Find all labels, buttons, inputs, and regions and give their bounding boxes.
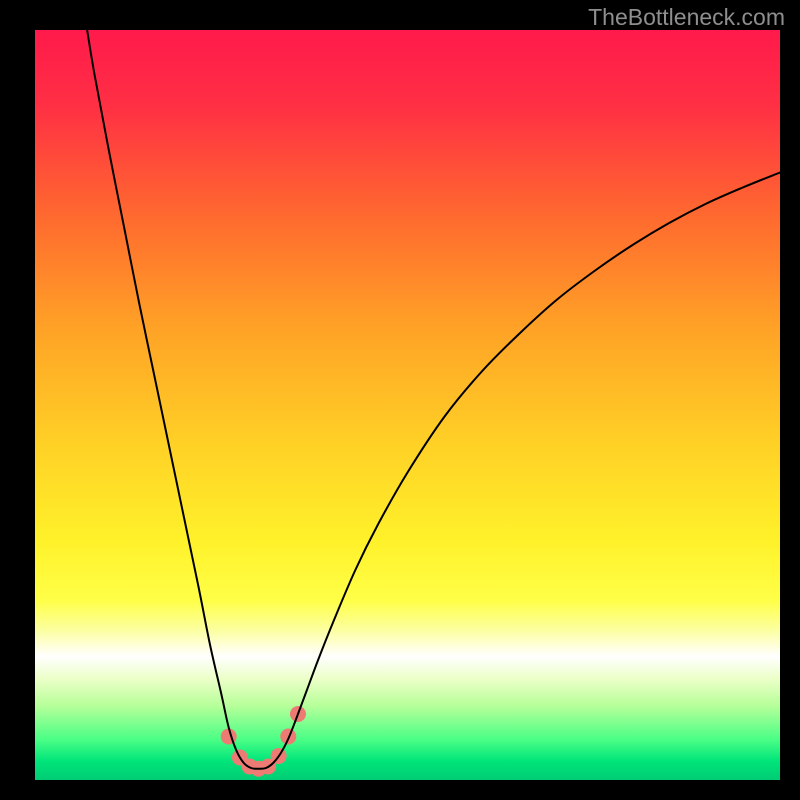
watermark-text: TheBottleneck.com bbox=[588, 4, 785, 31]
curve-layer bbox=[35, 30, 780, 780]
chart-frame: TheBottleneck.com bbox=[0, 0, 800, 800]
bottleneck-curve-path bbox=[87, 30, 780, 769]
plot-area bbox=[35, 30, 780, 780]
